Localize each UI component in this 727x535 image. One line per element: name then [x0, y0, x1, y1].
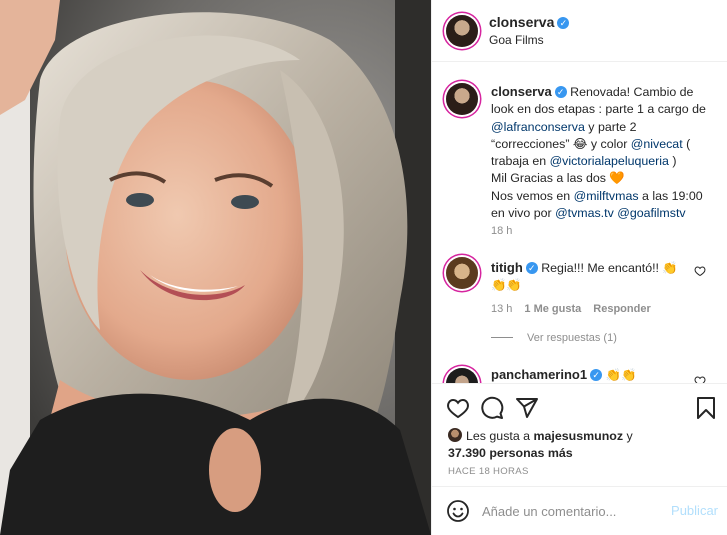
- view-replies-label: Ver respuestas (1): [527, 332, 617, 344]
- caption-text: Nos vemos en: [491, 188, 574, 203]
- liker-avatar[interactable]: [448, 428, 462, 442]
- mention-link[interactable]: @victorialapeluqueria: [550, 154, 669, 168]
- mention-link[interactable]: @milftvmas: [574, 189, 639, 203]
- mention-link[interactable]: @tvmas.tv: [555, 206, 614, 220]
- add-comment-bar: Publicar: [432, 486, 727, 535]
- bookmark-icon[interactable]: [694, 396, 718, 420]
- post-timestamp[interactable]: HACE 18 HORAS: [448, 466, 529, 477]
- comment-like-heart-icon[interactable]: [694, 375, 706, 383]
- caption-time[interactable]: 18 h: [491, 225, 512, 237]
- share-icon[interactable]: [515, 396, 539, 420]
- post-location-link[interactable]: Goa Films: [489, 33, 544, 47]
- commenter-username-link[interactable]: panchamerino1: [491, 367, 587, 382]
- author-avatar[interactable]: [446, 15, 478, 47]
- likes-summary: Les gusta a majesusmunoz y 37.390 person…: [448, 428, 718, 462]
- comment-item: titigh ✓ Regia!!! Me encantó!! 👏👏👏: [491, 259, 686, 294]
- caption-text: ): [668, 154, 677, 169]
- verified-badge-icon: ✓: [554, 86, 567, 98]
- heart-icon[interactable]: [446, 396, 470, 420]
- comment-likes-link[interactable]: 1 Me gusta: [524, 303, 581, 315]
- post-photo[interactable]: [0, 0, 431, 535]
- instagram-post-dialog: clonserva ✓ Goa Films clonserva ✓ Renovada…: [0, 0, 727, 535]
- replies-divider: [491, 337, 513, 338]
- comment-meta: 13 h 1 Me gusta Responder: [491, 303, 651, 315]
- liker-username-link[interactable]: majesusmunoz: [534, 429, 624, 443]
- mention-link[interactable]: @lafranconserva: [491, 120, 585, 134]
- comment-input[interactable]: [482, 501, 662, 521]
- post-side-panel: clonserva ✓ Goa Films clonserva ✓ Renovada…: [431, 0, 727, 535]
- caption-author-link[interactable]: clonserva: [491, 84, 552, 99]
- likes-suffix: y: [623, 429, 633, 443]
- verified-badge-icon: ✓: [525, 262, 538, 274]
- selfie-image: [0, 0, 431, 535]
- author-username-link[interactable]: clonserva ✓: [489, 14, 570, 30]
- comment-time[interactable]: 13 h: [491, 303, 512, 315]
- post-actions: Les gusta a majesusmunoz y 37.390 person…: [432, 383, 727, 477]
- post-caption: clonserva ✓ Renovada! Cambio de look en d…: [491, 83, 716, 222]
- comment-item: panchamerino1 ✓ 👏👏: [491, 367, 636, 383]
- mention-link[interactable]: @nivecat: [631, 137, 683, 151]
- comment-like-heart-icon[interactable]: [694, 265, 706, 277]
- commenter-avatar[interactable]: [446, 257, 478, 289]
- comment-text: 👏👏: [602, 368, 637, 382]
- mention-link[interactable]: @goafilmstv: [617, 206, 685, 220]
- commenter-avatar[interactable]: [446, 368, 478, 383]
- verified-badge-icon: ✓: [590, 369, 603, 381]
- commenter-username-link[interactable]: titigh: [491, 260, 523, 275]
- view-replies-button[interactable]: Ver respuestas (1): [491, 332, 617, 344]
- publish-button[interactable]: Publicar: [671, 503, 718, 518]
- caption-author-avatar[interactable]: [446, 83, 478, 115]
- comment-icon[interactable]: [480, 396, 504, 420]
- post-header: clonserva ✓ Goa Films: [432, 0, 727, 62]
- verified-badge-icon: ✓: [557, 17, 570, 29]
- caption-text: Mil Gracias a las dos 🧡: [491, 171, 625, 186]
- comments-scroll-area[interactable]: clonserva ✓ Renovada! Cambio de look en d…: [432, 63, 727, 383]
- likes-count-link[interactable]: 37.390 personas más: [448, 446, 573, 460]
- reply-button[interactable]: Responder: [593, 303, 650, 315]
- likes-prefix: Les gusta a: [466, 429, 534, 443]
- emoji-icon[interactable]: [446, 499, 470, 523]
